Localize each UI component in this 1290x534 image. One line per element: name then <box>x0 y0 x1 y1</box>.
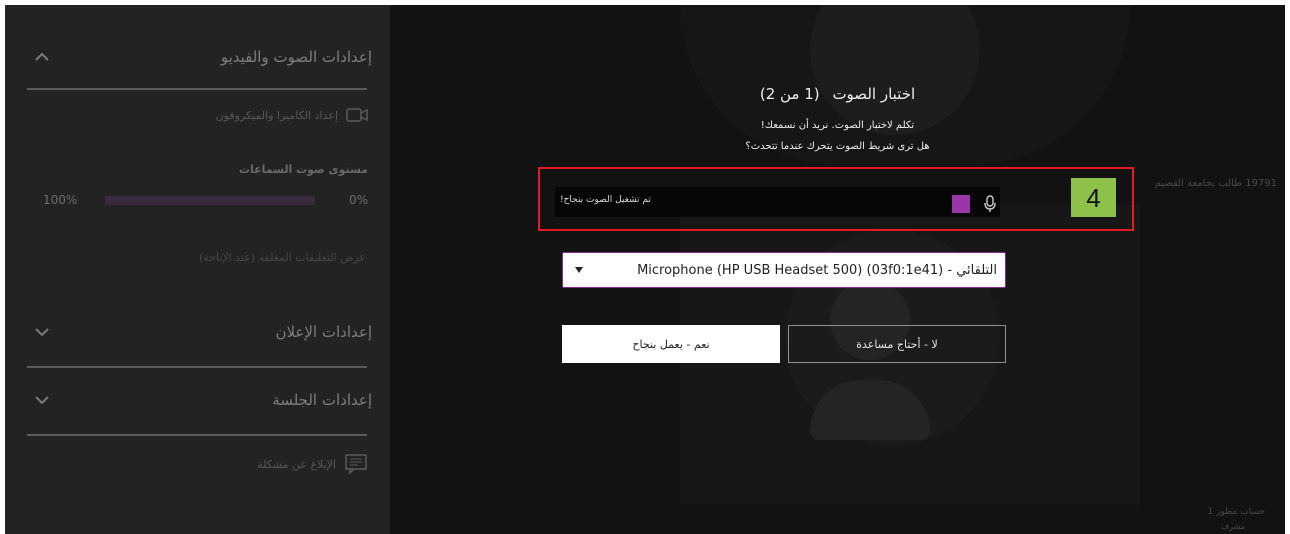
camera-mic-setup-link[interactable]: إعداد الكاميرا والميكروفون <box>216 105 368 125</box>
yes-works-button[interactable]: نعم - يعمل بنجاح <box>562 325 780 363</box>
speaker-volume-slider[interactable]: 100% 0% <box>43 193 368 209</box>
report-icon <box>345 454 367 474</box>
instruction-text: هل ترى شريط الصوت يتحرك عندما تتحدث؟ <box>745 141 930 152</box>
annotation-highlight <box>538 167 1134 231</box>
section-title: إعدادات الصوت والفيديو <box>220 48 372 66</box>
main-stage: 19791 طالب بجامعة القصيم حساب مطور 1 مشر… <box>390 5 1285 534</box>
audio-test-title: اختبار الصوت (1 من 2) <box>390 85 1285 103</box>
audio-test-heading: اختبار الصوت <box>832 85 916 103</box>
divider <box>27 434 367 436</box>
section-title: إعدادات الإعلان <box>275 323 372 341</box>
captions-toggle[interactable]: عرض التعليقات المغلقة (عند الإتاحة) <box>199 247 366 267</box>
audio-test-step: (1 من 2) <box>759 85 820 103</box>
divider <box>27 88 367 90</box>
chevron-down-icon <box>35 396 49 405</box>
report-problem-link[interactable]: الإبلاغ عن مشكلة <box>257 453 368 475</box>
instruction-text: تكلم لاختبار الصوت. نريد أن نسمعك! <box>760 120 915 131</box>
chevron-up-icon <box>35 52 49 61</box>
microphone-select[interactable]: التلقائي - (Microphone (HP USB Headset 5… <box>562 252 1006 288</box>
step-badge: 4 <box>1071 178 1116 217</box>
volume-min-label: 0% <box>348 193 368 207</box>
user-name: حساب مطور 1 <box>1207 507 1265 517</box>
captions-label: عرض التعليقات المغلقة (عند الإتاحة) <box>198 250 366 264</box>
section-title: إعدادات الجلسة <box>272 391 372 409</box>
camera-mic-icon <box>346 108 368 122</box>
section-audio-video[interactable]: إعدادات الصوت والفيديو <box>27 35 372 79</box>
volume-max-label: 100% <box>43 193 78 207</box>
report-problem-label: الإبلاغ عن مشكلة <box>257 457 336 471</box>
participant-count: 19791 طالب بجامعة القصيم <box>1154 178 1277 189</box>
speaker-volume-label: مستوى صوت السماعات <box>238 163 368 176</box>
section-announcement[interactable]: إعدادات الإعلان <box>27 310 372 354</box>
app-frame: إعدادات الصوت والفيديو إعداد الكاميرا وا… <box>5 5 1285 534</box>
dropdown-arrow-icon <box>575 267 583 273</box>
settings-panel: إعدادات الصوت والفيديو إعداد الكاميرا وا… <box>5 5 390 534</box>
avatar <box>810 5 980 135</box>
volume-track[interactable] <box>105 196 315 205</box>
microphone-select-value: التلقائي - (Microphone (HP USB Headset 5… <box>637 263 997 278</box>
chevron-down-icon <box>35 328 49 337</box>
camera-mic-setup-label: إعداد الكاميرا والميكروفون <box>215 108 338 122</box>
section-session[interactable]: إعدادات الجلسة <box>27 378 372 422</box>
divider <box>27 366 367 368</box>
user-role: مشرف <box>1220 522 1245 531</box>
no-need-help-button[interactable]: لا - أحتاج مساعدة <box>788 325 1006 363</box>
